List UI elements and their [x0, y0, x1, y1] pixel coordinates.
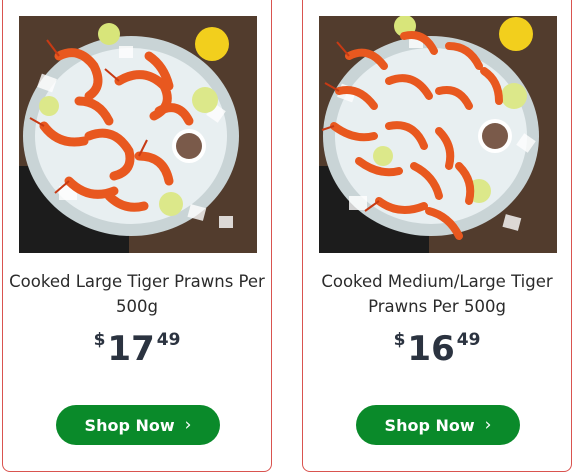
product-image[interactable]: [19, 16, 257, 253]
shop-now-label: Shop Now: [384, 415, 475, 435]
product-name[interactable]: Cooked Medium/Large Tiger Prawns Per 500…: [309, 269, 565, 319]
chevron-right-icon: ›: [184, 415, 192, 435]
product-image[interactable]: [319, 16, 557, 253]
price-dollars: 16: [407, 329, 455, 369]
price-currency: $: [93, 330, 106, 350]
shop-now-button[interactable]: Shop Now ›: [56, 405, 220, 445]
price-cents: 49: [156, 330, 181, 350]
product-price: $16 49: [303, 329, 571, 369]
shop-now-button[interactable]: Shop Now ›: [356, 405, 520, 445]
shop-now-label: Shop Now: [84, 415, 175, 435]
product-card-cooked-medium-large-tiger-prawns[interactable]: Cooked Medium/Large Tiger Prawns Per 500…: [302, 0, 572, 472]
price-dollars: 17: [107, 329, 155, 369]
product-price: $17 49: [3, 329, 271, 369]
product-card-cooked-large-tiger-prawns[interactable]: Cooked Large Tiger Prawns Per 500g $17 49…: [2, 0, 272, 472]
chevron-right-icon: ›: [484, 415, 492, 435]
product-name[interactable]: Cooked Large Tiger Prawns Per 500g: [9, 269, 265, 319]
price-currency: $: [393, 330, 406, 350]
price-cents: 49: [456, 330, 481, 350]
